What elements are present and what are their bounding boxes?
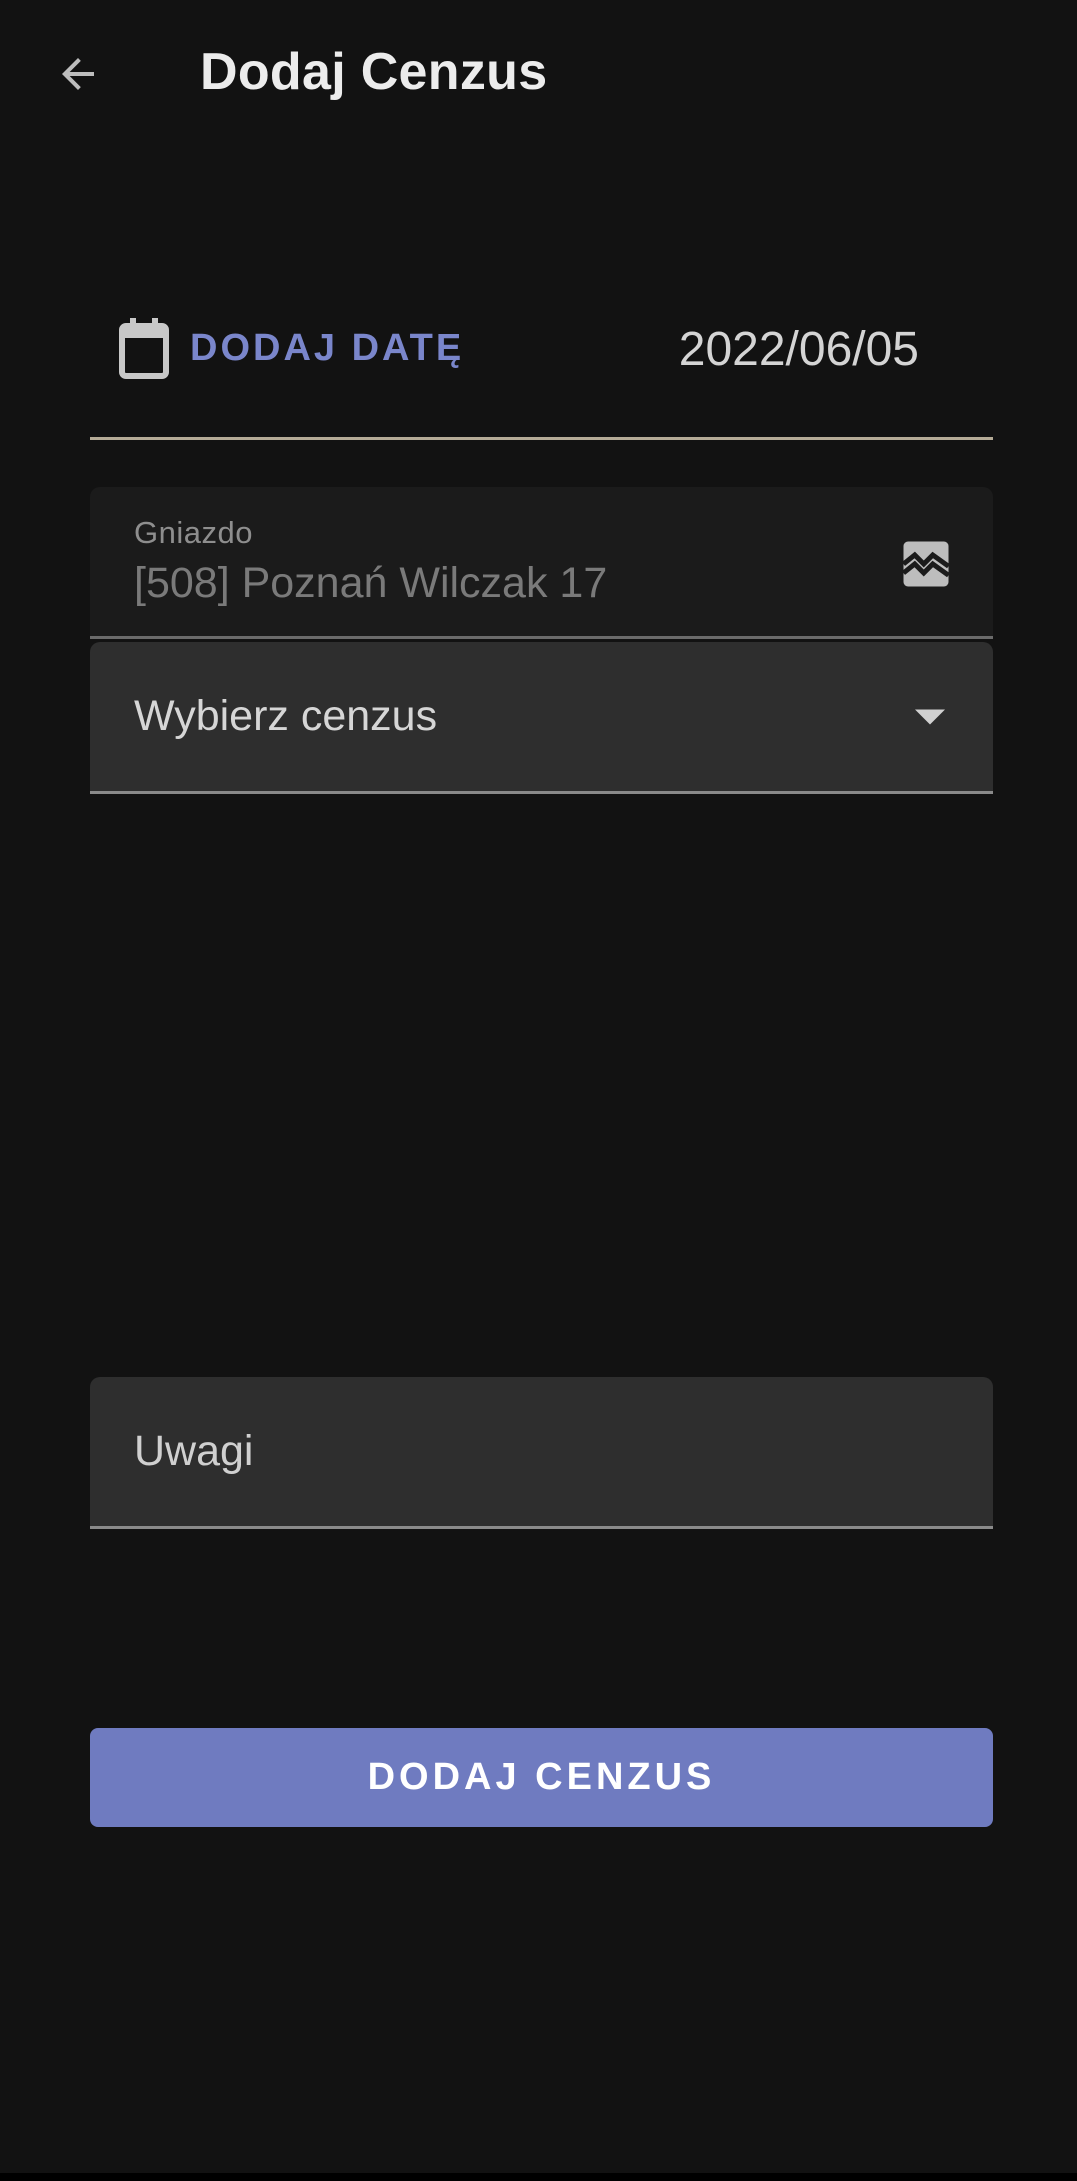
nest-field: Gniazdo [508] Poznań Wilczak 17 xyxy=(90,487,993,639)
add-date-button[interactable]: DODAJ DATĘ xyxy=(116,308,464,388)
notes-input[interactable] xyxy=(90,1377,993,1526)
notes-field xyxy=(90,1377,993,1529)
image-broken-icon xyxy=(901,541,950,587)
bottom-strip xyxy=(0,2173,1077,2181)
nest-value: [508] Poznań Wilczak 17 xyxy=(134,559,608,607)
back-button[interactable] xyxy=(40,36,116,112)
add-census-button[interactable]: DODAJ CENZUS xyxy=(90,1728,993,1827)
census-select[interactable]: Wybierz cenzus xyxy=(90,642,993,794)
page-title: Dodaj Cenzus xyxy=(200,43,548,101)
add-date-label: DODAJ DATĘ xyxy=(190,326,465,369)
nest-label: Gniazdo xyxy=(134,515,253,550)
calendar-icon xyxy=(119,318,169,379)
census-select-value: Wybierz cenzus xyxy=(134,692,438,740)
arrow-left-icon xyxy=(62,58,94,90)
app-bar: Dodaj Cenzus xyxy=(0,0,1077,150)
dropdown-arrow-icon xyxy=(915,709,945,725)
add-census-label: DODAJ CENZUS xyxy=(367,1756,716,1798)
date-row: DODAJ DATĘ 2022/06/05 xyxy=(90,280,993,440)
date-value: 2022/06/05 xyxy=(678,323,919,376)
